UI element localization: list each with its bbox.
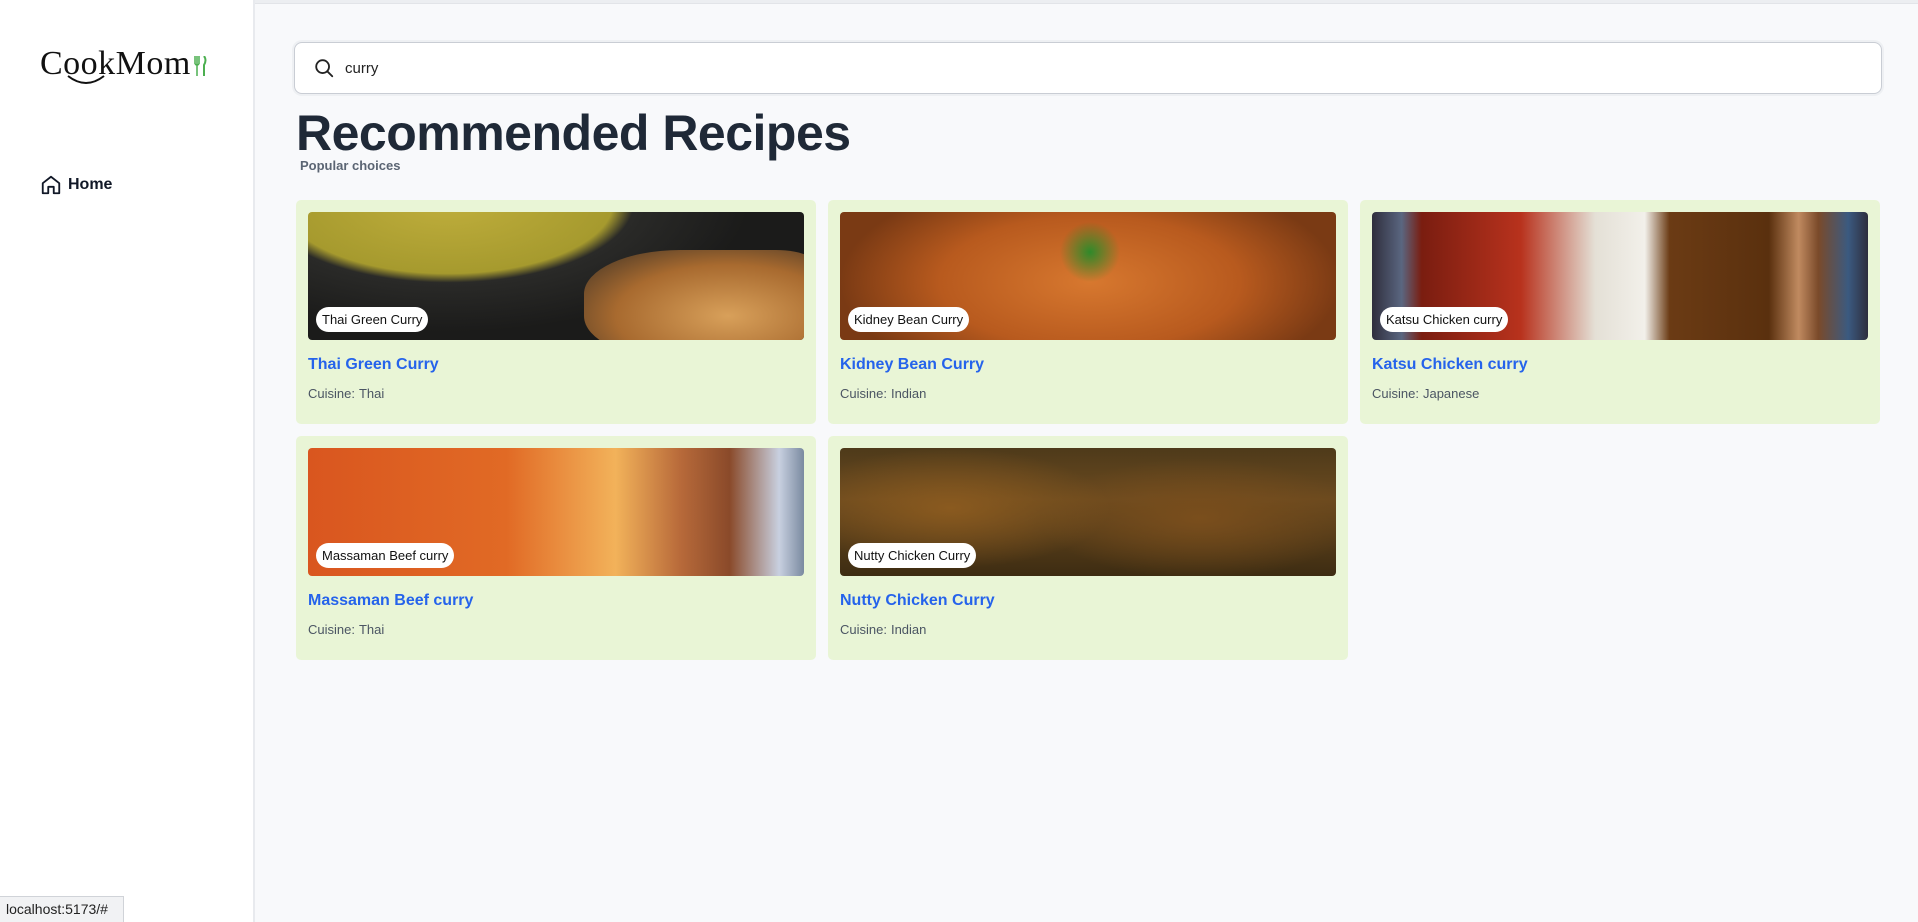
recipe-tag: Nutty Chicken Curry bbox=[848, 543, 977, 568]
search-input[interactable] bbox=[345, 59, 1845, 77]
recipe-title-link[interactable]: Nutty Chicken Curry bbox=[840, 592, 1336, 610]
logo-text: CookMom bbox=[40, 45, 191, 82]
recipe-tag: Thai Green Curry bbox=[316, 307, 429, 332]
recipe-image[interactable]: Nutty Chicken Curry bbox=[840, 448, 1336, 576]
cuisine-value: Indian bbox=[890, 386, 927, 401]
recipe-title-link[interactable]: Kidney Bean Curry bbox=[840, 356, 1336, 374]
recipe-cuisine: Cuisine: Japanese bbox=[1372, 386, 1868, 401]
recipe-title-link[interactable]: Thai Green Curry bbox=[308, 356, 804, 374]
recipe-cuisine: Cuisine: Indian bbox=[840, 386, 1336, 401]
sidebar-item-label: Home bbox=[68, 176, 113, 193]
recipe-tag: Katsu Chicken curry bbox=[1380, 307, 1509, 332]
sidebar-item-home[interactable]: Home bbox=[40, 172, 112, 198]
cuisine-value: Thai bbox=[358, 386, 385, 401]
smile-icon bbox=[67, 75, 105, 84]
cuisine-label: Cuisine: bbox=[840, 622, 887, 637]
page-subtitle: Popular choices bbox=[300, 158, 401, 173]
recipe-tag: Kidney Bean Curry bbox=[848, 307, 970, 332]
sidebar: CookMom Home bbox=[0, 0, 255, 922]
recipe-cuisine: Cuisine: Indian bbox=[840, 622, 1336, 637]
cuisine-label: Cuisine: bbox=[840, 386, 887, 401]
recipe-tag: Massaman Beef curry bbox=[316, 543, 455, 568]
page-title: Recommended Recipes bbox=[296, 105, 851, 161]
top-border bbox=[0, 0, 1918, 4]
recipe-card[interactable]: Kidney Bean Curry Kidney Bean Curry Cuis… bbox=[828, 200, 1348, 424]
recipe-image[interactable]: Katsu Chicken curry bbox=[1372, 212, 1868, 340]
recipe-card[interactable]: Katsu Chicken curry Katsu Chicken curry … bbox=[1360, 200, 1880, 424]
recipe-grid: Thai Green Curry Thai Green Curry Cuisin… bbox=[296, 200, 1880, 660]
cuisine-label: Cuisine: bbox=[1372, 386, 1419, 401]
recipe-card[interactable]: Thai Green Curry Thai Green Curry Cuisin… bbox=[296, 200, 816, 424]
logo[interactable]: CookMom bbox=[40, 44, 220, 94]
cuisine-value: Indian bbox=[890, 622, 927, 637]
recipe-title-link[interactable]: Massaman Beef curry bbox=[308, 592, 804, 610]
recipe-cuisine: Cuisine: Thai bbox=[308, 386, 804, 401]
recipe-image[interactable]: Massaman Beef curry bbox=[308, 448, 804, 576]
recipe-image[interactable]: Thai Green Curry bbox=[308, 212, 804, 340]
cuisine-label: Cuisine: bbox=[308, 622, 355, 637]
recipe-card[interactable]: Nutty Chicken Curry Nutty Chicken Curry … bbox=[828, 436, 1348, 660]
status-bar-url: localhost:5173/# bbox=[0, 896, 124, 922]
search-bar[interactable] bbox=[294, 42, 1882, 94]
cuisine-value: Thai bbox=[358, 622, 385, 637]
home-icon bbox=[41, 175, 61, 195]
search-icon bbox=[315, 59, 334, 78]
recipe-cuisine: Cuisine: Thai bbox=[308, 622, 804, 637]
recipe-image[interactable]: Kidney Bean Curry bbox=[840, 212, 1336, 340]
cuisine-value: Japanese bbox=[1422, 386, 1480, 401]
recipe-title-link[interactable]: Katsu Chicken curry bbox=[1372, 356, 1868, 374]
cuisine-label: Cuisine: bbox=[308, 386, 355, 401]
utensils-icon bbox=[194, 56, 207, 76]
recipe-card[interactable]: Massaman Beef curry Massaman Beef curry … bbox=[296, 436, 816, 660]
